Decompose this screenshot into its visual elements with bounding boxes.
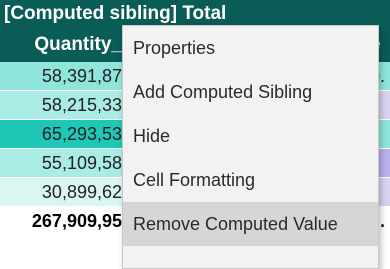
table-title-header[interactable]: [Computed sibling] Total [0,0,390,28]
menu-item-label: Add Computed Sibling [133,82,313,102]
quantity-cell[interactable]: 58,215,33 [0,91,122,119]
menu-item-label: Hide [133,126,171,146]
quantity-cell[interactable]: 58,391,87 [0,62,122,90]
quantity-cell[interactable]: 55,109,58 [0,149,122,177]
context-menu: Properties Add Computed Sibling Hide Cel… [122,25,379,269]
menu-item-remove-computed-value[interactable]: Remove Computed Value [123,202,378,246]
quantity-cell[interactable]: 30,899,62 [0,178,122,206]
menu-item-label: Cell Formatting [133,170,256,190]
total-quantity-cell[interactable]: 267,909,95 [0,207,122,235]
menu-item-hide[interactable]: Hide [123,114,378,158]
column-header-quantity[interactable]: Quantity_ [0,28,122,62]
menu-item-add-computed-sibling[interactable]: Add Computed Sibling [123,70,378,114]
menu-item-properties[interactable]: Properties [123,26,378,70]
menu-item-label: Properties [133,38,216,58]
table-title: [Computed sibling] Total [4,3,227,24]
menu-item-cell-formatting[interactable]: Cell Formatting [123,158,378,202]
menu-item-label: Remove Computed Value [133,214,338,234]
quantity-cell[interactable]: 65,293,53 [0,120,122,148]
